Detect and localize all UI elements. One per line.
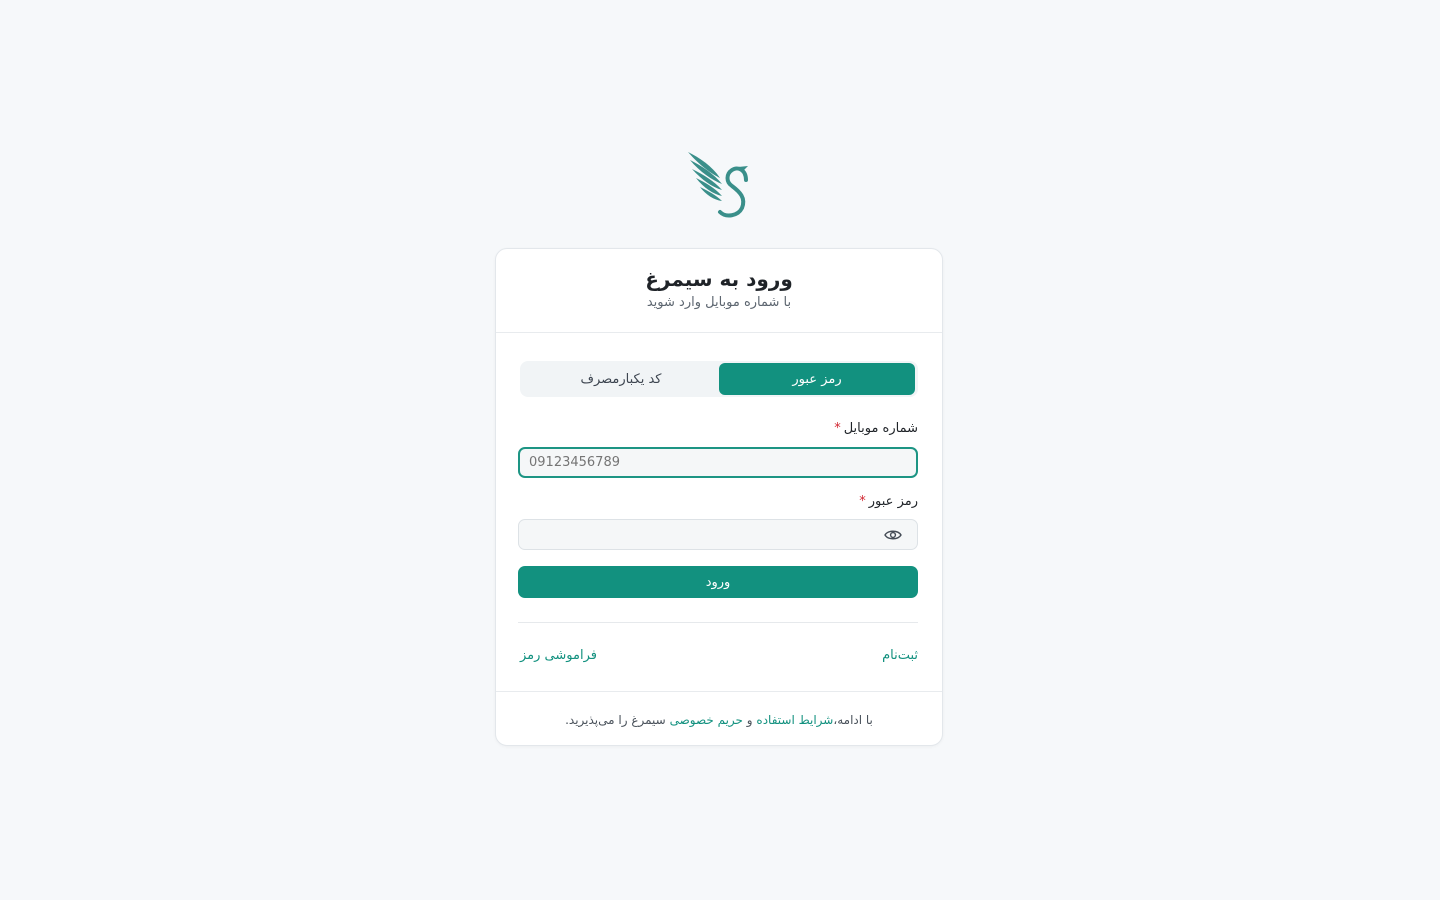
simorgh-logo-icon [688,152,748,218]
page-title: ورود به سیمرغ [645,267,793,291]
terms-footer: با ادامه، شرایط استفاده و حریم خصوصی سیم… [496,691,942,747]
login-card: ورود به سیمرغ با شماره موبایل وارد شوید … [495,248,943,746]
forgot-password-link[interactable]: فراموشی رمز [520,648,597,663]
login-submit-button[interactable]: ورود [518,566,918,598]
page-subtitle: با شماره موبایل وارد شوید [646,295,792,310]
phone-field-label: شماره موبایل* [834,421,918,436]
terms-link[interactable]: شرایط استفاده [756,713,833,727]
login-page: ورود به سیمرغ با شماره موبایل وارد شوید … [0,0,1440,900]
password-input[interactable] [518,519,918,550]
required-mark: * [834,421,841,436]
password-label-text: رمز عبور [868,494,918,509]
card-header: ورود به سیمرغ با شماره موبایل وارد شوید [496,249,942,333]
login-method-tabs: رمز عبور کد یکبارمصرف [520,361,918,397]
tab-password[interactable]: رمز عبور [719,363,915,395]
terms-prefix: با ادامه، [833,712,873,727]
phone-label-text: شماره موبایل [843,421,918,436]
card-body: رمز عبور کد یکبارمصرف شماره موبایل* رمز … [496,333,942,691]
tab-otp[interactable]: کد یکبارمصرف [523,363,719,395]
password-field-label: رمز عبور* [859,494,918,509]
signup-link[interactable]: ثبت‌نام [882,648,918,663]
required-mark: * [859,494,866,509]
phone-input[interactable] [518,447,918,478]
privacy-link[interactable]: حریم خصوصی [670,713,743,727]
terms-suffix: سیمرغ را می‌پذیرید. [565,712,666,727]
divider [518,622,918,623]
terms-and: و [746,712,753,727]
eye-icon[interactable] [884,528,902,542]
